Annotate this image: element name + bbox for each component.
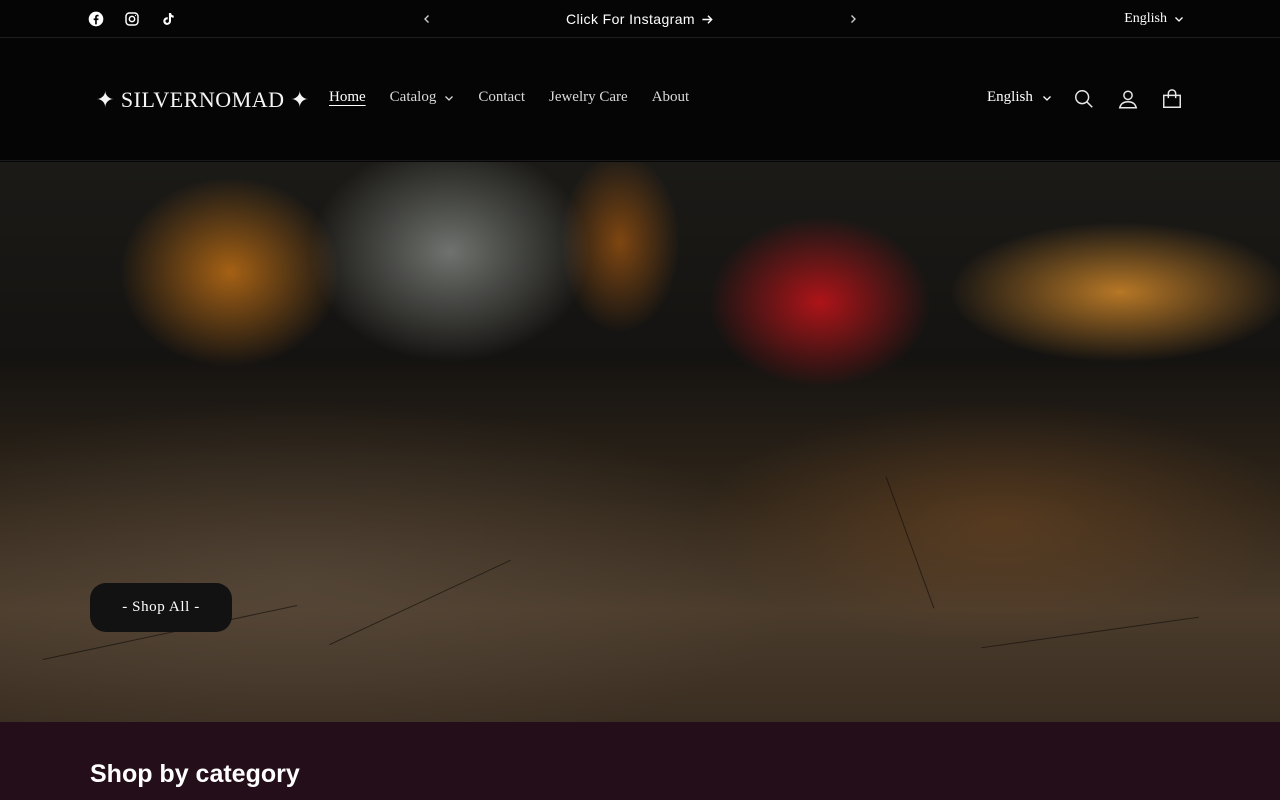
cart-icon — [1163, 89, 1181, 108]
hero-banner: - Shop All - — [0, 162, 1280, 722]
wood-texture-line — [885, 476, 935, 609]
announcement-prev-button[interactable] — [418, 10, 436, 28]
language-label: English — [1124, 11, 1167, 26]
chevron-down-icon — [1042, 95, 1051, 101]
main-nav: Home Catalog Contact Jewelry Care About — [329, 89, 713, 106]
shop-by-category-section: Shop by category — [0, 722, 1280, 800]
user-icon — [1118, 90, 1138, 109]
language-label: English — [987, 89, 1033, 105]
instagram-icon[interactable] — [122, 9, 142, 29]
nav-item-about[interactable]: About — [652, 89, 690, 106]
announcement-bar: Click For Instagram English — [0, 0, 1280, 38]
account-button[interactable] — [1117, 88, 1139, 110]
facebook-icon[interactable] — [86, 9, 106, 29]
arrow-right-icon — [702, 14, 713, 24]
nav-item-catalog[interactable]: Catalog — [390, 89, 455, 106]
announcement-next-button[interactable] — [844, 10, 862, 28]
search-button[interactable] — [1073, 88, 1095, 110]
chevron-down-icon — [445, 95, 454, 101]
wood-texture-line — [329, 559, 511, 646]
nav-item-contact[interactable]: Contact — [478, 89, 525, 106]
cart-button[interactable] — [1161, 88, 1183, 110]
language-selector-top[interactable]: English — [1124, 0, 1184, 38]
site-header: ✦ SILVERNOMAD ✦ Home Catalog Contact Jew… — [0, 39, 1280, 161]
nav-item-home[interactable]: Home — [329, 89, 366, 106]
nav-item-jewelry-care[interactable]: Jewelry Care — [549, 89, 628, 106]
nav-label: Home — [329, 89, 366, 105]
chevron-down-icon — [1175, 17, 1183, 22]
shop-all-button[interactable]: - Shop All - — [90, 583, 232, 632]
nav-label: Contact — [478, 89, 525, 105]
site-logo[interactable]: ✦ SILVERNOMAD ✦ — [96, 87, 309, 113]
announcement-link[interactable]: Click For Instagram — [450, 0, 830, 38]
language-selector[interactable]: English — [987, 89, 1052, 106]
nav-label: About — [651, 89, 690, 105]
nav-label: Catalog — [389, 89, 437, 105]
tiktok-icon[interactable] — [158, 9, 178, 29]
announcement-text: Click For Instagram — [566, 11, 695, 27]
section-title: Shop by category — [90, 760, 300, 788]
nav-label: Jewelry Care — [548, 89, 628, 105]
search-icon — [1075, 90, 1093, 108]
wood-texture-line — [981, 616, 1199, 649]
